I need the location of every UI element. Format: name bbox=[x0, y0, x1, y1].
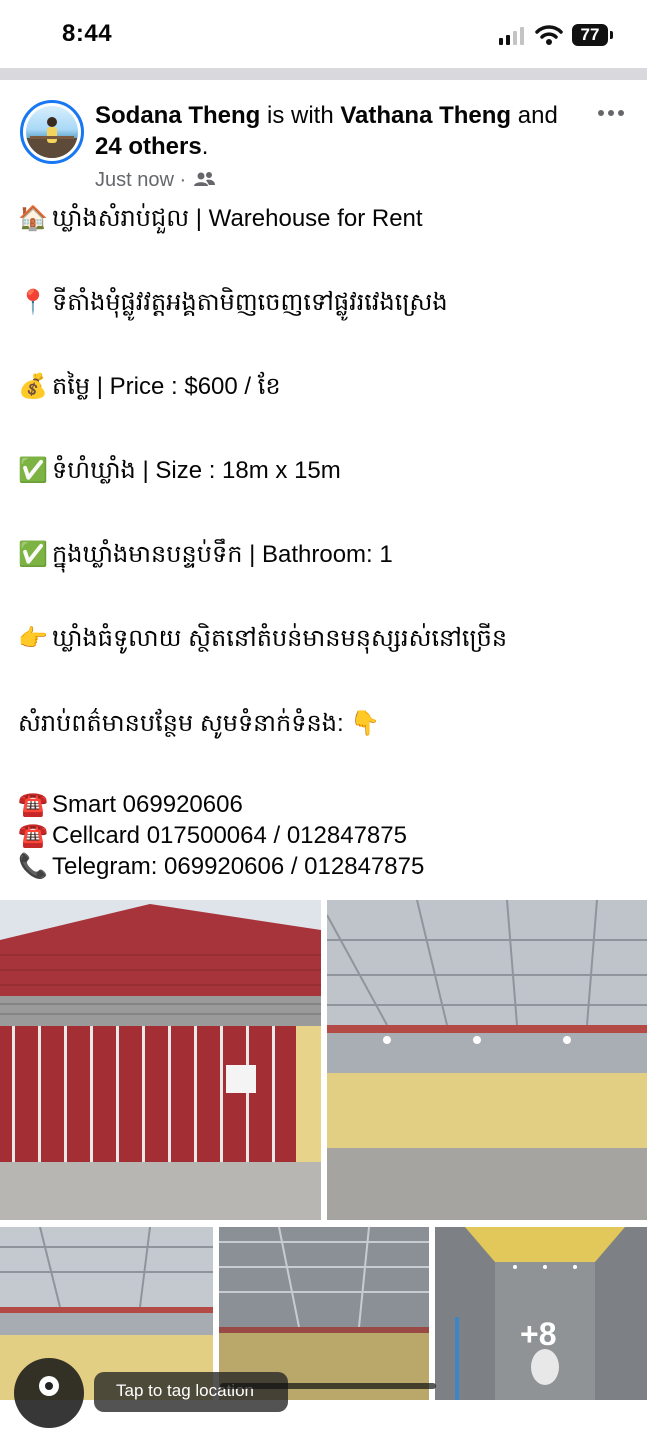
with-text: is with bbox=[267, 102, 334, 129]
contact-text[interactable]: Cellcard 017500064 / 012847875 bbox=[52, 822, 407, 849]
post-line: 💰 តម្លៃ | Price : $600 / ខែ bbox=[18, 370, 281, 404]
contact-line: ☎️ Cellcard 017500064 / 012847875 bbox=[18, 819, 407, 853]
author-avatar[interactable] bbox=[20, 100, 84, 164]
tag-location-button[interactable]: Tap to tag location bbox=[94, 1372, 288, 1412]
pin-emoji: 📍 bbox=[18, 289, 48, 316]
post-line: សំរាប់ពត៌មានបន្ថែម សូមទំនាក់ទំនង: 👇 bbox=[18, 707, 380, 741]
post-author-line: Sodana Theng is with Vathana Theng and 2… bbox=[95, 100, 565, 162]
status-time: 8:44 bbox=[62, 20, 113, 47]
post-line-text: តម្លៃ | Price : $600 / ខែ bbox=[52, 373, 281, 400]
post-line: 🏠 ឃ្លាំងសំរាប់ជួល | Warehouse for Rent bbox=[18, 202, 423, 236]
contact-line: 📞 Telegram: 069920606 / 012847875 bbox=[18, 850, 424, 884]
post-timestamp[interactable]: Just now · bbox=[95, 169, 186, 191]
check-emoji: ✅ bbox=[18, 541, 48, 568]
house-emoji: 🏠 bbox=[18, 205, 48, 232]
tagged-person[interactable]: Vathana Theng bbox=[340, 102, 511, 129]
camera-button[interactable] bbox=[14, 1358, 84, 1428]
author-name[interactable]: Sodana Theng bbox=[95, 102, 260, 129]
post-header: Sodana Theng is with Vathana Theng and 2… bbox=[0, 80, 647, 195]
telephone-emoji: ☎️ bbox=[18, 791, 48, 818]
contact-text[interactable]: Telegram: 069920606 / 012847875 bbox=[52, 853, 424, 880]
telephone-emoji: ☎️ bbox=[18, 822, 48, 849]
more-photos-count[interactable]: +8 bbox=[520, 1316, 556, 1353]
phone-receiver-emoji: 📞 bbox=[18, 853, 48, 880]
point-right-emoji: 👉 bbox=[18, 625, 48, 652]
post-line-text: ក្នុងឃ្លាំងមានបន្ទប់ទឹក | Bathroom: 1 bbox=[52, 541, 393, 568]
post-line: 📍 ទីតាំងមុំផ្លូវវត្តអង្គតាមិញចេញទៅផ្លូវរវ… bbox=[18, 286, 448, 320]
post-line: 👉 ឃ្លាំងធំទូលាយ ស្ថិតនៅតំបន់មានមនុស្សរស់ន… bbox=[18, 622, 507, 656]
photo-bathroom[interactable] bbox=[435, 1227, 647, 1400]
status-bar: 8:44 77 bbox=[0, 0, 647, 68]
post-line-text: ទីតាំងមុំផ្លូវវត្តអង្គតាមិញចេញទៅផ្លូវរវេ… bbox=[52, 289, 448, 316]
feed-divider bbox=[0, 68, 647, 80]
tagged-others-link[interactable]: 24 others bbox=[95, 133, 202, 160]
battery-indicator: 77 bbox=[572, 24, 608, 46]
post-line-text: ទំហំឃ្លាំង | Size : 18m x 15m bbox=[52, 457, 341, 484]
contact-line: ☎️ Smart 069920606 bbox=[18, 788, 243, 822]
photo-warehouse-interior[interactable] bbox=[327, 900, 647, 1220]
cellular-signal-icon bbox=[499, 27, 527, 45]
home-indicator bbox=[220, 1383, 436, 1389]
post-meta: Just now · bbox=[95, 169, 216, 192]
post-line-text: ឃ្លាំងសំរាប់ជួល | Warehouse for Rent bbox=[52, 205, 423, 232]
post-line: ✅ ក្នុងឃ្លាំងមានបន្ទប់ទឹក | Bathroom: 1 bbox=[18, 538, 393, 572]
post-line: ✅ ទំហំឃ្លាំង | Size : 18m x 15m bbox=[18, 454, 341, 488]
more-options-button[interactable] bbox=[598, 106, 628, 120]
money-bag-emoji: 💰 bbox=[18, 373, 48, 400]
contact-text[interactable]: Smart 069920606 bbox=[52, 791, 243, 818]
friends-icon bbox=[193, 172, 215, 186]
post-line-text: ឃ្លាំងធំទូលាយ ស្ថិតនៅតំបន់មានមនុស្សរស់នៅ… bbox=[52, 625, 508, 652]
wifi-icon bbox=[535, 25, 563, 45]
battery-tip bbox=[610, 31, 613, 39]
and-text: and bbox=[517, 102, 558, 129]
period: . bbox=[201, 133, 209, 160]
post-line-text: សំរាប់ពត៌មានបន្ថែម សូមទំនាក់ទំនង: 👇 bbox=[18, 710, 381, 737]
avatar-photo bbox=[26, 106, 78, 158]
check-emoji: ✅ bbox=[18, 457, 48, 484]
photo-warehouse-exterior[interactable] bbox=[0, 900, 321, 1220]
